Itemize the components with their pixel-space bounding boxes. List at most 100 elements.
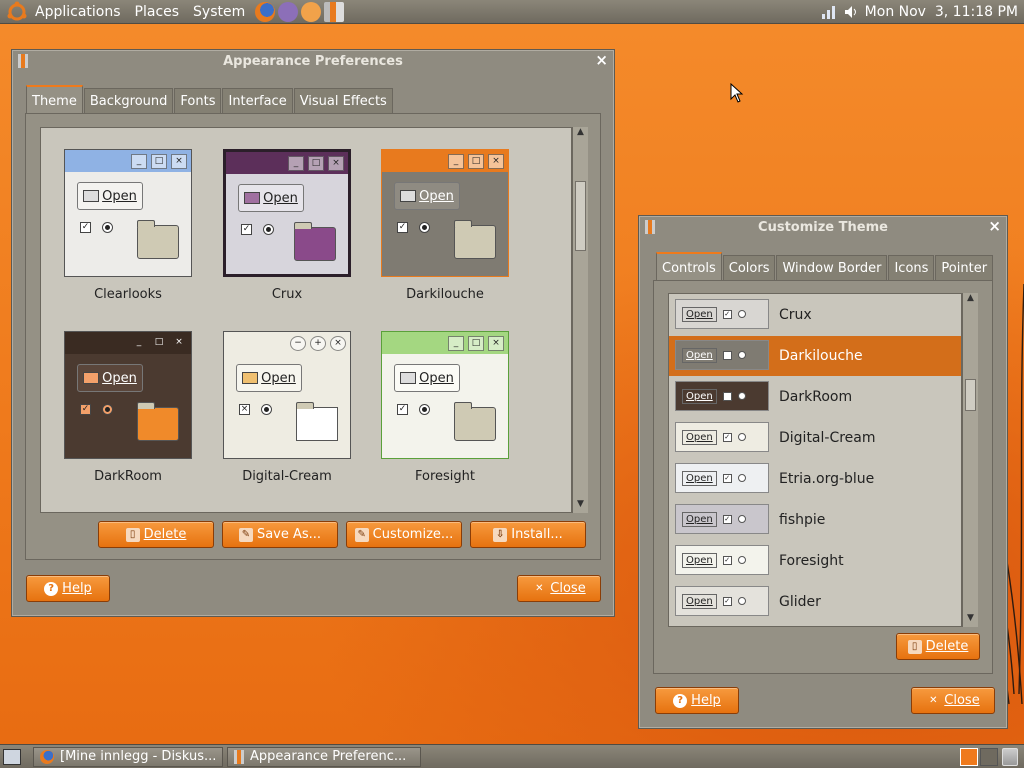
tab-icons[interactable]: Icons: [888, 255, 935, 280]
control-preview: Open ✓: [675, 340, 769, 370]
customize-theme-window: Customize Theme × Controls Colors Window…: [638, 215, 1008, 729]
control-theme-row[interactable]: Open ✓ Digital-Cream: [669, 418, 961, 458]
scroll-down-arrow-icon[interactable]: ▼: [573, 499, 588, 513]
control-theme-name: Digital-Cream: [779, 430, 876, 446]
tab-controls[interactable]: Controls: [656, 252, 722, 280]
preview-checkbox: ✓: [397, 404, 408, 415]
close-button[interactable]: ✕ Close: [911, 687, 995, 714]
preview-checkbox: ✓: [722, 350, 732, 360]
control-preview: Open ✓: [675, 545, 769, 575]
ubuntu-logo-icon[interactable]: [6, 1, 28, 23]
control-theme-row[interactable]: Open ✓ Darkilouche: [669, 336, 961, 376]
install-button[interactable]: ⇩ Install...: [470, 521, 586, 548]
theme-grid-scrollbar[interactable]: ▲ ▼: [572, 127, 588, 513]
control-theme-row[interactable]: Open ✓ Foresight: [669, 541, 961, 581]
control-preview: Open ✓: [675, 463, 769, 493]
theme-item-digital-cream[interactable]: − + × Open × Digital-Cream: [223, 331, 351, 484]
control-theme-row[interactable]: Open ✓ Crux: [669, 295, 961, 335]
help-button[interactable]: ? Help: [655, 687, 739, 714]
appearance-icon: [234, 749, 244, 764]
window-title: Appearance Preferences: [223, 53, 403, 69]
theme-preview: _ □ × Open ✓: [381, 149, 509, 277]
control-theme-row[interactable]: Open ✓ DarkRoom: [669, 377, 961, 417]
clock[interactable]: Mon Nov 3, 11:18 PM: [865, 4, 1018, 20]
preview-checkbox: ✓: [722, 514, 732, 524]
scroll-thumb[interactable]: [965, 379, 976, 411]
customize-button[interactable]: ✎ Customize...: [346, 521, 462, 548]
theme-item-crux[interactable]: _ □ × Open ✓ Crux: [223, 149, 351, 302]
tab-visual-effects[interactable]: Visual Effects: [293, 88, 393, 113]
save-icon: ✎: [238, 527, 253, 542]
theme-preview: − + × Open ×: [223, 331, 351, 459]
control-theme-row[interactable]: Open ✓ fishpie: [669, 500, 961, 540]
theme-name: Crux: [271, 287, 303, 302]
workspace-2[interactable]: [980, 747, 998, 766]
save-as-button[interactable]: ✎ Save As...: [222, 521, 338, 548]
folder-icon: [454, 402, 496, 441]
theme-item-clearlooks[interactable]: _ □ × Open ✓ Clearlooks: [64, 149, 192, 302]
controls-list-scrollbar[interactable]: ▲ ▼: [962, 293, 978, 627]
delete-control-theme-button[interactable]: ▯ Delete: [896, 633, 980, 660]
tab-theme[interactable]: Theme: [26, 85, 83, 113]
tab-background[interactable]: Background: [83, 88, 174, 113]
customize-titlebar[interactable]: Customize Theme ×: [639, 216, 1007, 238]
window-title: Customize Theme: [758, 219, 888, 235]
tab-colors[interactable]: Colors: [722, 255, 776, 280]
preview-checkbox: ✓: [722, 555, 732, 565]
control-preview: Open ✓: [675, 422, 769, 452]
close-window-icon[interactable]: ×: [988, 217, 1001, 235]
scroll-thumb[interactable]: [575, 181, 586, 251]
tab-fonts[interactable]: Fonts: [174, 88, 222, 113]
preview-radio: [737, 351, 746, 359]
workspace-switcher[interactable]: [960, 747, 998, 766]
trash-icon: ▯: [907, 639, 922, 654]
delete-theme-button[interactable]: ▯ Delete: [98, 521, 214, 548]
workspace-1[interactable]: [960, 747, 978, 766]
tab-pointer[interactable]: Pointer: [935, 255, 994, 280]
volume-icon[interactable]: [843, 4, 859, 20]
menu-places[interactable]: Places: [128, 0, 187, 24]
controls-theme-list: Open ✓ Crux Open ✓ Darkilouche Open ✓ DarkRoom Op…: [668, 293, 962, 627]
appearance-preferences-window: Appearance Preferences × Theme Backgroun…: [11, 49, 615, 617]
controls-tab-panel: Open ✓ Crux Open ✓ Darkilouche Open ✓ DarkRoom Op…: [653, 280, 993, 674]
network-icon[interactable]: [821, 4, 837, 20]
theme-name: DarkRoom: [94, 469, 162, 484]
help-icon: ?: [44, 581, 59, 596]
theme-name: Foresight: [415, 469, 475, 484]
preview-radio: [102, 222, 113, 233]
scroll-down-arrow-icon[interactable]: ▼: [963, 613, 978, 627]
appearance-launcher-icon[interactable]: [324, 1, 345, 22]
preview-checkbox: ✓: [80, 222, 91, 233]
control-theme-name: Foresight: [779, 553, 844, 569]
help-icon: ?: [673, 693, 688, 708]
close-button[interactable]: ✕ Close: [517, 575, 601, 602]
scroll-up-arrow-icon[interactable]: ▲: [963, 293, 978, 307]
preview-open-button: Open: [682, 306, 717, 322]
menu-applications[interactable]: Applications: [28, 0, 128, 24]
trash-icon[interactable]: [1002, 747, 1018, 766]
tab-interface[interactable]: Interface: [222, 88, 293, 113]
preview-radio: [737, 597, 746, 605]
control-preview: Open ✓: [675, 504, 769, 534]
appearance-titlebar[interactable]: Appearance Preferences ×: [12, 50, 614, 72]
close-window-icon[interactable]: ×: [595, 51, 608, 69]
pidgin-launcher-icon[interactable]: [278, 1, 299, 22]
help-launcher-icon[interactable]: [301, 1, 322, 22]
preview-checkbox: ✓: [241, 224, 252, 235]
scroll-up-arrow-icon[interactable]: ▲: [573, 127, 588, 141]
tab-window-border[interactable]: Window Border: [776, 255, 888, 280]
preview-checkbox: ✓: [722, 596, 732, 606]
taskbar-item-firefox[interactable]: [Mine innlegg - Diskus...: [33, 746, 223, 767]
menu-system[interactable]: System: [186, 0, 252, 24]
theme-item-foresight[interactable]: _ □ × Open ✓ Foresight: [381, 331, 509, 484]
install-icon: ⇩: [493, 527, 508, 542]
help-button[interactable]: ? Help: [26, 575, 110, 602]
theme-item-darkilouche[interactable]: _ □ × Open ✓ Darkilouche: [381, 149, 509, 302]
control-theme-row[interactable]: Open ✓ Glider: [669, 582, 961, 622]
theme-item-darkroom[interactable]: _ □ × Open ✓ DarkRoom: [64, 331, 192, 484]
taskbar-item-appearance[interactable]: Appearance Preferenc...: [227, 746, 421, 767]
show-desktop-icon[interactable]: [3, 748, 21, 765]
control-theme-row[interactable]: Open ✓ Etria.org-blue: [669, 459, 961, 499]
firefox-launcher-icon[interactable]: [255, 1, 276, 22]
customize-tabs: Controls Colors Window Border Icons Poin…: [656, 252, 994, 280]
